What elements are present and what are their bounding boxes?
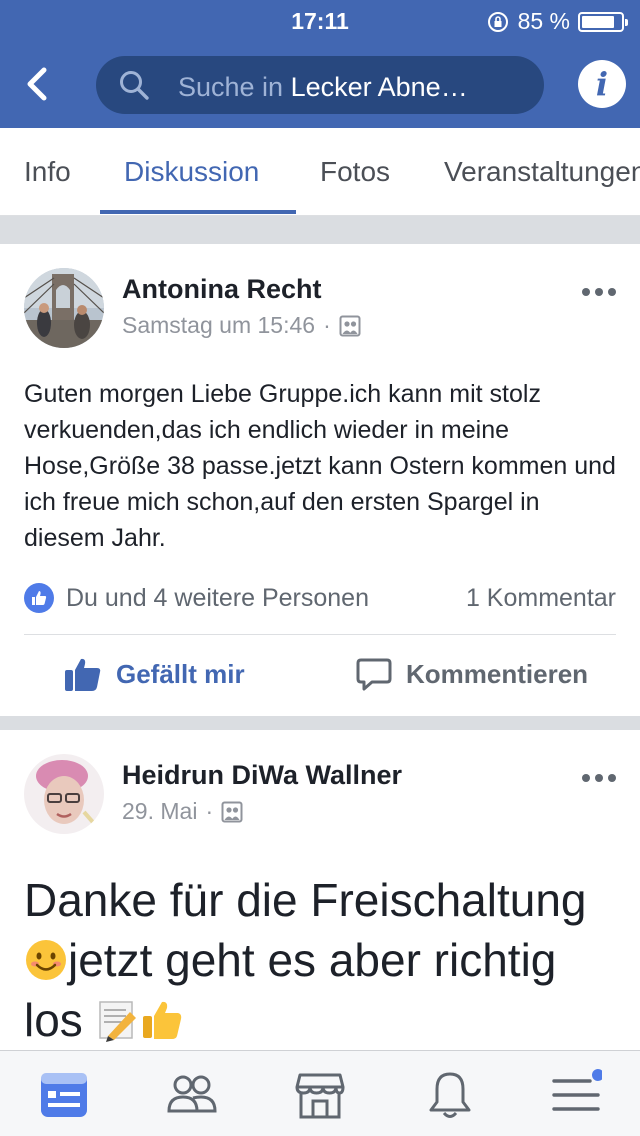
- nav-row: Suche in Lecker Abne… i: [0, 52, 640, 116]
- notifications-icon[interactable]: [424, 1069, 476, 1121]
- tab-fotos[interactable]: Fotos: [320, 156, 390, 188]
- comment-button[interactable]: Kommentieren: [356, 656, 588, 692]
- divider: [24, 634, 616, 635]
- search-placeholder: Suche in: [178, 72, 284, 102]
- info-icon[interactable]: i: [578, 60, 626, 108]
- post-text: Danke für die Freischaltung jetzt geht e…: [24, 870, 624, 1050]
- more-options-icon[interactable]: [582, 774, 616, 782]
- search-field-text: Suche in Lecker Abne…: [178, 72, 468, 103]
- comment-icon: [356, 658, 392, 691]
- top-header: 17:11 85 % Suche in Lecker Abne… i: [0, 0, 640, 128]
- post-card: Heidrun DiWa Wallner 29. Mai · Danke für…: [0, 730, 640, 1060]
- post-timestamp[interactable]: 29. Mai: [122, 798, 197, 825]
- tab-diskussion[interactable]: Diskussion: [124, 156, 259, 188]
- post-text-part1: Danke für die Freischaltung: [24, 874, 587, 926]
- avatar[interactable]: [24, 268, 104, 348]
- thumbs-up-emoji: [142, 1001, 181, 1039]
- marketplace-icon[interactable]: [294, 1069, 346, 1121]
- memo-pencil-emoji: [98, 1001, 136, 1042]
- bottom-navigation: [0, 1050, 640, 1136]
- post-author[interactable]: Antonina Recht: [122, 274, 322, 305]
- active-tab-indicator: [100, 210, 296, 214]
- smiling-face-emoji: [26, 940, 66, 980]
- comment-count[interactable]: 1 Kommentar: [466, 584, 616, 613]
- comment-label: Kommentieren: [406, 658, 589, 689]
- news-feed-icon[interactable]: [38, 1069, 90, 1121]
- group-audience-icon: [339, 315, 361, 336]
- group-tabs: Info Diskussion Fotos Veranstaltungen: [0, 128, 640, 216]
- menu-notification-dot: [592, 1069, 602, 1081]
- status-bar: 17:11 85 %: [0, 0, 640, 40]
- search-input[interactable]: Suche in Lecker Abne…: [96, 56, 544, 114]
- reactions-summary[interactable]: Du und 4 weitere Personen 1 Kommentar: [24, 578, 616, 618]
- thumbs-up-icon: [65, 658, 101, 691]
- post-author[interactable]: Heidrun DiWa Wallner: [122, 760, 402, 791]
- groups-icon[interactable]: [166, 1069, 218, 1121]
- back-arrow-icon[interactable]: [20, 64, 56, 104]
- like-reaction-icon: [24, 583, 54, 613]
- post-actions: Gefällt mir Kommentieren: [0, 636, 640, 716]
- post-card: Antonina Recht Samstag um 15:46 · Guten …: [0, 244, 640, 716]
- woman-photo-avatar-image: [24, 754, 104, 834]
- post-meta: 29. Mai ·: [122, 798, 243, 825]
- meta-separator: ·: [205, 798, 214, 824]
- tab-veranstaltungen[interactable]: Veranstaltungen: [444, 156, 640, 188]
- post-timestamp[interactable]: Samstag um 15:46: [122, 312, 315, 339]
- battery-icon: [578, 11, 628, 32]
- avatar[interactable]: [24, 754, 104, 834]
- group-audience-icon: [221, 801, 243, 822]
- status-indicators: 85 %: [486, 8, 628, 35]
- tab-info[interactable]: Info: [24, 156, 71, 188]
- menu-icon[interactable]: [550, 1069, 602, 1121]
- search-icon: [120, 71, 149, 100]
- like-label: Gefällt mir: [116, 658, 245, 689]
- post-text: Guten morgen Liebe Gruppe.ich kann mit s…: [24, 380, 616, 552]
- bridge-photo-avatar-image: [24, 268, 104, 348]
- reactions-text: Du und 4 weitere Personen: [66, 583, 369, 612]
- battery-percent: 85 %: [517, 8, 570, 34]
- post-meta: Samstag um 15:46 ·: [122, 312, 361, 339]
- like-button[interactable]: Gefällt mir: [64, 656, 245, 692]
- more-options-icon[interactable]: [582, 288, 616, 296]
- search-group-name: Lecker Abne…: [290, 72, 468, 102]
- meta-separator: ·: [323, 312, 331, 338]
- orientation-lock-icon: [487, 11, 508, 32]
